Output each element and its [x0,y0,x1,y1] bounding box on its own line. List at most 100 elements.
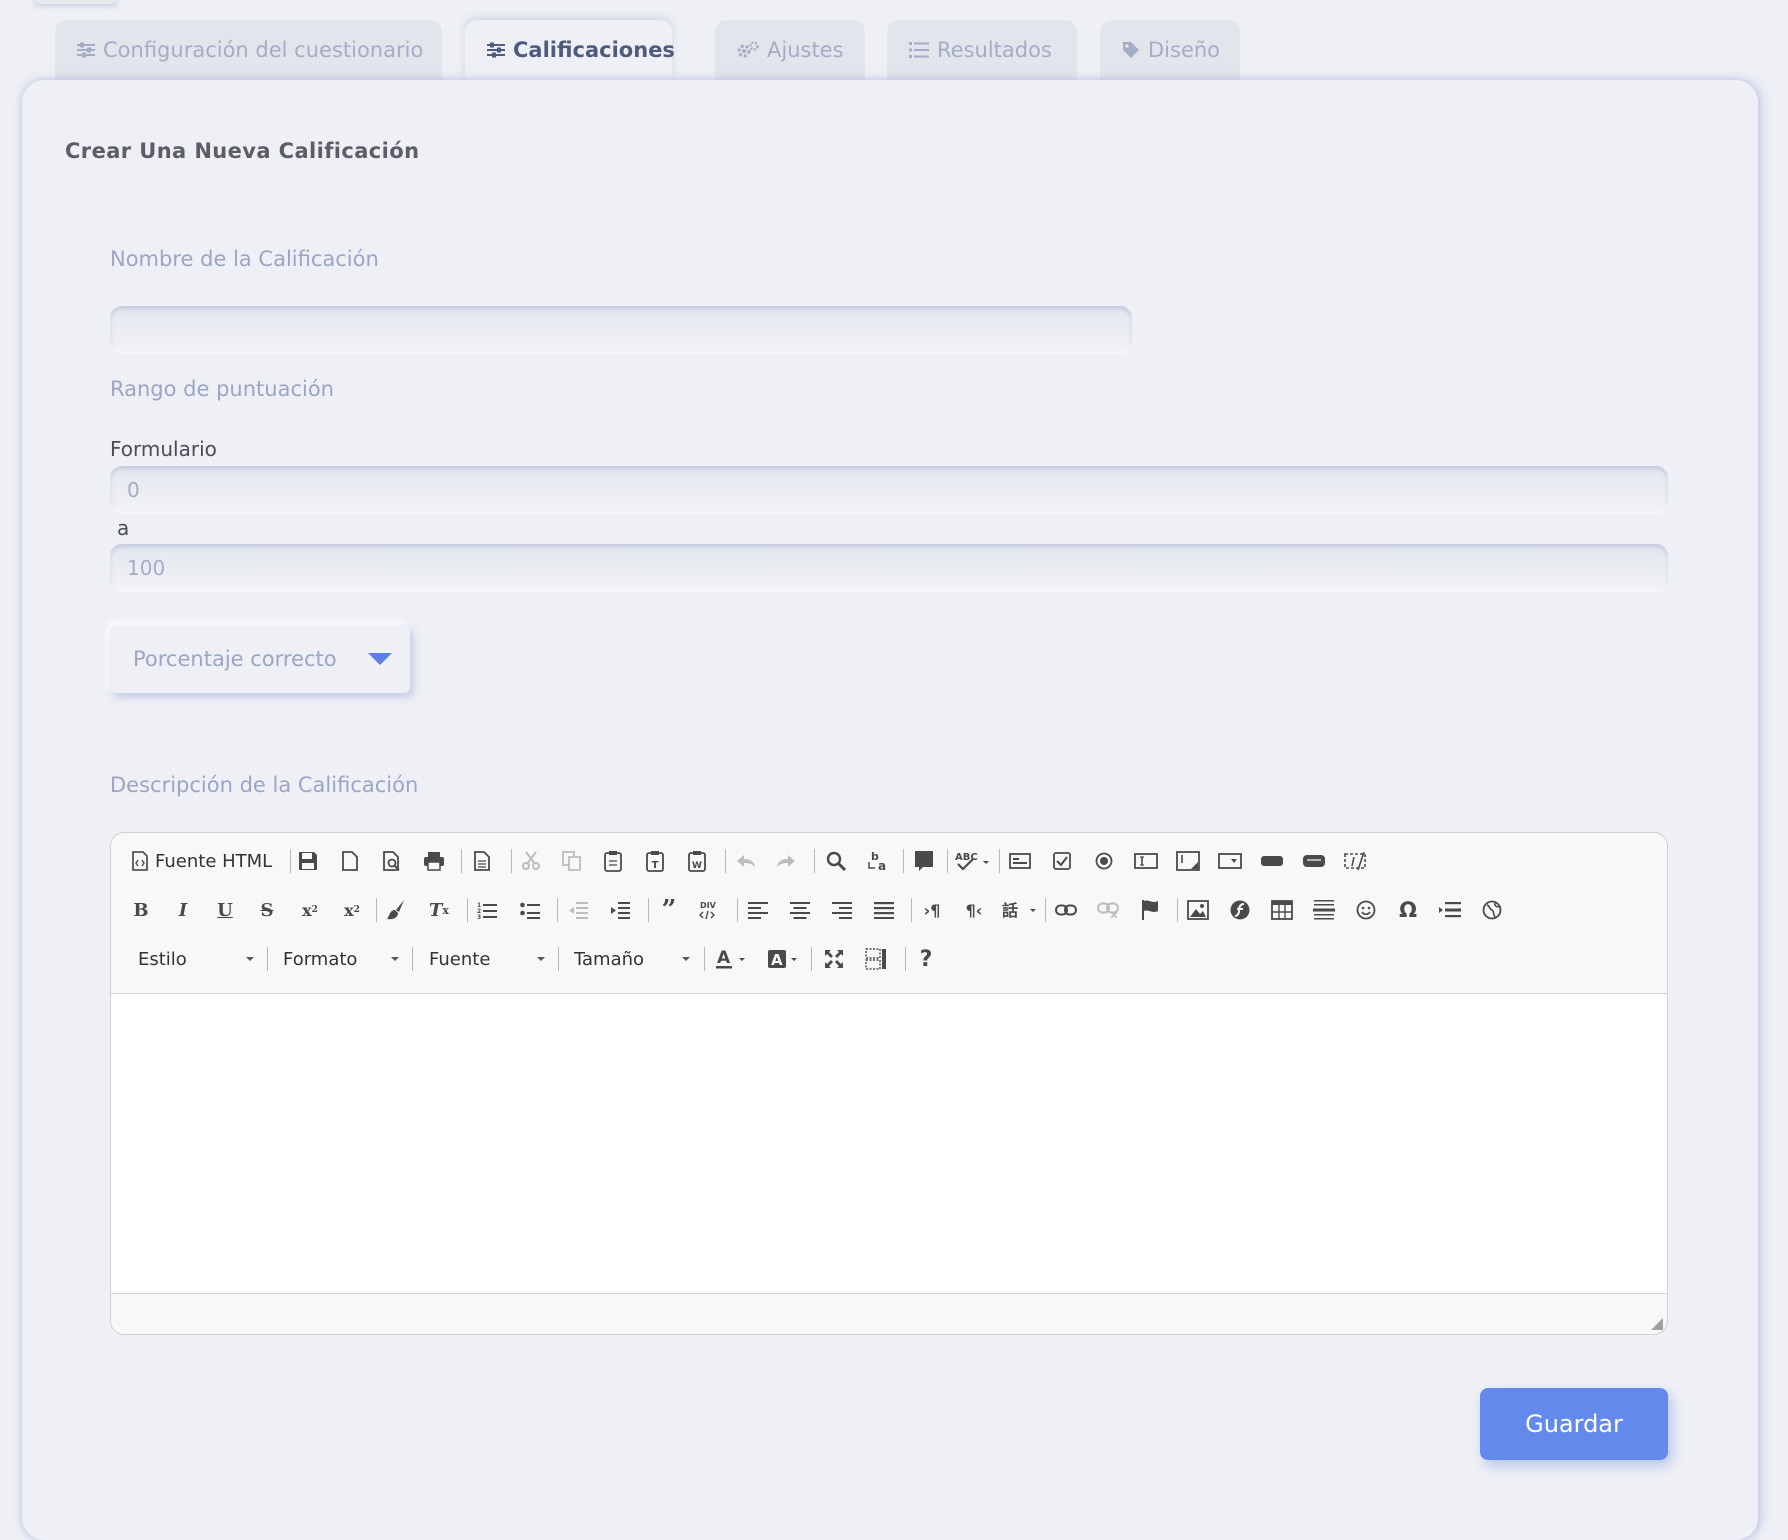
text-direction-ltr-icon[interactable]: ›¶ [917,895,947,925]
select-field-icon[interactable] [1215,846,1245,876]
help-label: ? [919,946,933,972]
resize-handle-icon[interactable] [1651,1318,1663,1330]
print-icon[interactable] [419,846,449,876]
cut-icon[interactable] [516,846,546,876]
select-value: Porcentaje correcto [133,647,337,671]
svg-text:A: A [771,951,783,969]
outdent-icon[interactable] [563,895,593,925]
align-right-icon[interactable] [827,895,857,925]
replace-icon[interactable]: ba [863,846,893,876]
save-button[interactable]: Guardar [1480,1388,1668,1460]
text-color-icon[interactable]: A [713,944,753,974]
tab-label: Resultados [937,38,1052,62]
chevron-down-icon [537,957,545,961]
select-all-icon[interactable] [909,846,939,876]
align-center-icon[interactable] [785,895,815,925]
sliders-icon [487,42,505,58]
checkbox-icon[interactable] [1047,846,1077,876]
textarea-icon[interactable] [1173,846,1203,876]
tab-grades[interactable]: Calificaciones [465,20,675,80]
div-container-icon[interactable]: DIV [695,895,725,925]
radio-icon[interactable] [1089,846,1119,876]
show-blocks-icon[interactable] [861,944,891,974]
undo-icon[interactable] [731,846,761,876]
score-from-input[interactable]: 0 [110,466,1668,514]
new-page-icon[interactable] [335,846,365,876]
preview-icon[interactable] [377,846,407,876]
link-icon[interactable] [1051,895,1081,925]
top-pill-decoration [34,0,118,4]
anchor-icon[interactable] [1135,895,1165,925]
redo-icon[interactable] [771,846,801,876]
save-icon[interactable] [293,846,323,876]
format-combo[interactable]: Formato [283,944,399,974]
help-icon[interactable]: ? [911,944,941,974]
blockquote-icon[interactable]: ” [654,895,684,925]
editor-content-area[interactable] [111,993,1667,1294]
bullet-list-icon[interactable] [515,895,545,925]
copy-format-icon[interactable] [381,895,411,925]
svg-text:A: A [717,948,731,968]
copy-icon[interactable] [557,846,587,876]
image-button-icon[interactable] [1299,846,1329,876]
tab-design[interactable]: Diseño [1100,20,1240,80]
templates-icon[interactable] [467,846,497,876]
svg-text:a: a [878,859,886,872]
score-range-label: Rango de puntuación [110,377,334,401]
size-combo-label: Tamaño [574,948,645,970]
strikethrough-icon[interactable]: S [252,895,282,925]
maximize-icon[interactable] [819,944,849,974]
underline-icon[interactable]: U [210,895,240,925]
paste-text-icon[interactable]: T [640,846,670,876]
format-combo-label: Formato [283,948,358,970]
indent-icon[interactable] [605,895,635,925]
italic-icon[interactable]: I [168,895,198,925]
numbered-list-icon[interactable]: 123 [472,895,502,925]
caret-down-icon [368,653,392,665]
tab-settings[interactable]: Ajustes [715,20,865,80]
language-icon[interactable]: 話 [1001,895,1041,925]
text-direction-rtl-icon[interactable]: ¶‹ [959,895,989,925]
font-combo[interactable]: Fuente [429,944,545,974]
paste-word-icon[interactable]: W [682,846,712,876]
grades-panel: Crear Una Nueva Calificación Nombre de l… [22,80,1758,1540]
unlink-icon[interactable] [1093,895,1123,925]
table-icon[interactable] [1267,895,1297,925]
flash-icon[interactable] [1225,895,1255,925]
font-combo-label: Fuente [429,948,491,970]
image-icon[interactable] [1183,895,1213,925]
toolbar-row-1: Fuente HTML T W ba ABC [111,846,1667,886]
spellcheck-icon[interactable]: ABC [953,846,993,876]
score-type-select[interactable]: Porcentaje correcto [110,625,410,693]
score-to-input[interactable]: 100 [110,544,1668,592]
page-break-icon[interactable] [1435,895,1465,925]
find-icon[interactable] [821,846,851,876]
smiley-icon[interactable] [1351,895,1381,925]
subscript-icon[interactable]: x2 [295,895,325,925]
textfield-icon[interactable] [1131,846,1161,876]
style-combo[interactable]: Estilo [138,944,254,974]
tab-label: Diseño [1148,38,1221,62]
background-color-icon[interactable]: A [765,944,805,974]
tab-quiz-configuration[interactable]: Configuración del cuestionario [55,20,442,80]
svg-text:ABC: ABC [955,852,978,863]
style-combo-label: Estilo [138,948,187,970]
tab-results[interactable]: Resultados [887,20,1077,80]
form-icon[interactable] [1005,846,1035,876]
source-html-button[interactable]: Fuente HTML [131,846,281,876]
hidden-field-icon[interactable] [1341,846,1371,876]
align-left-icon[interactable] [743,895,773,925]
remove-format-icon[interactable]: Tx [424,895,454,925]
svg-text:話: 話 [1002,901,1018,920]
special-char-icon[interactable]: Ω [1393,895,1423,925]
size-combo[interactable]: Tamaño [574,944,690,974]
bold-icon[interactable]: B [126,895,156,925]
grade-name-input[interactable] [110,306,1132,354]
superscript-icon[interactable]: x2 [337,895,367,925]
horizontal-rule-icon[interactable] [1309,895,1339,925]
button-field-icon[interactable] [1257,846,1287,876]
align-justify-icon[interactable] [869,895,899,925]
iframe-icon[interactable] [1477,895,1507,925]
paste-icon[interactable] [598,846,628,876]
svg-text:DIV: DIV [700,901,717,910]
